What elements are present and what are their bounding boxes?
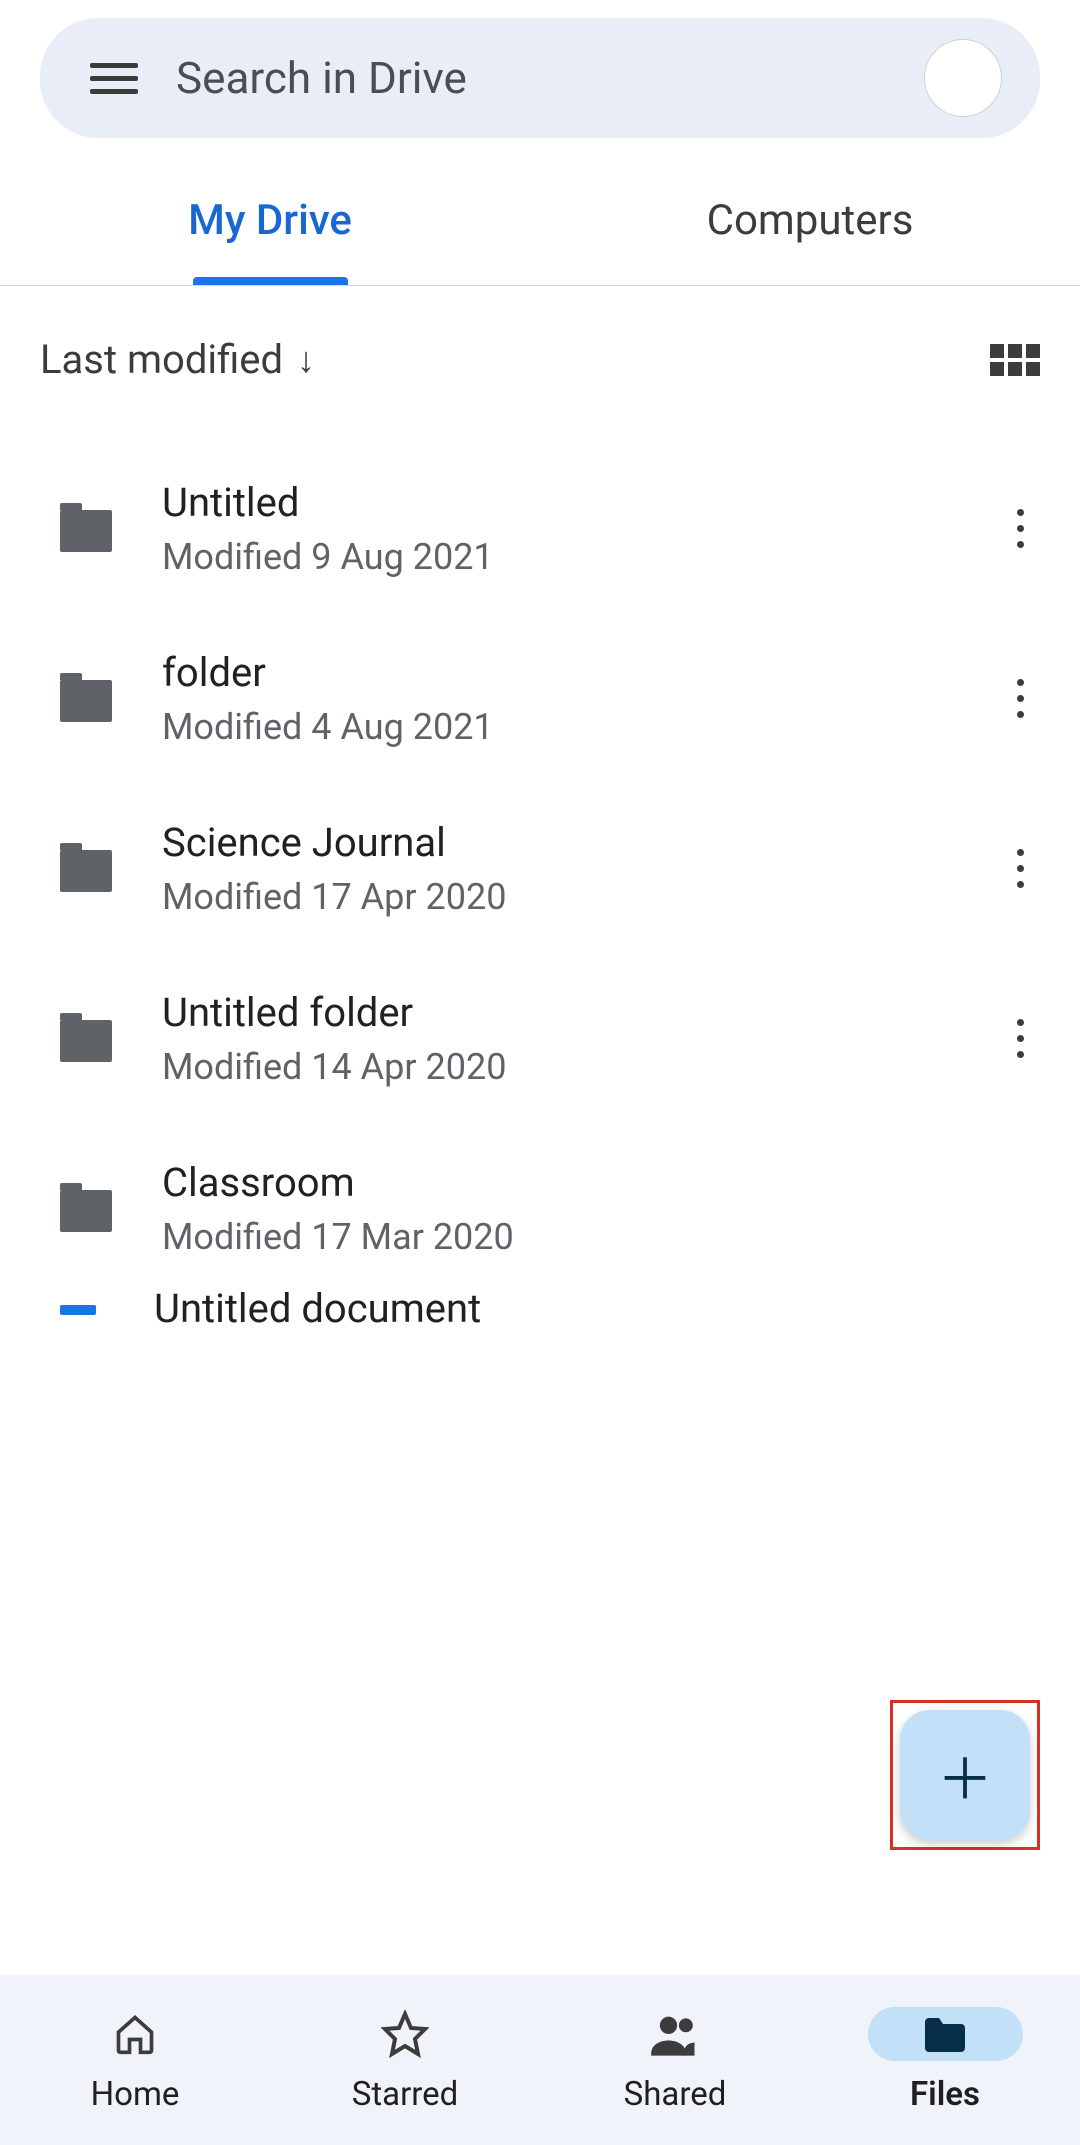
list-item[interactable]: Untitled folder Modified 14 Apr 2020 bbox=[0, 953, 1080, 1123]
folder-icon bbox=[60, 1190, 112, 1232]
more-options-icon[interactable] bbox=[1000, 498, 1040, 558]
nav-label: Files bbox=[910, 2075, 980, 2114]
nav-shared[interactable]: Shared bbox=[540, 2007, 810, 2114]
more-options-icon[interactable] bbox=[1000, 1008, 1040, 1068]
add-new-button[interactable]: ＋ bbox=[900, 1710, 1030, 1840]
nav-starred[interactable]: Starred bbox=[270, 2007, 540, 2114]
tab-label: Computers bbox=[707, 196, 914, 245]
file-modified: Modified 14 Apr 2020 bbox=[162, 1046, 1000, 1088]
arrow-down-icon: ↓ bbox=[297, 339, 315, 381]
plus-icon: ＋ bbox=[937, 1735, 993, 1816]
folder-icon bbox=[60, 680, 112, 722]
more-options-icon[interactable] bbox=[1000, 668, 1040, 728]
search-bar[interactable]: Search in Drive bbox=[40, 18, 1040, 138]
file-modified: Modified 17 Mar 2020 bbox=[162, 1216, 1040, 1258]
file-name: Untitled folder bbox=[162, 989, 1000, 1036]
bottom-navigation: Home Starred Shared Files bbox=[0, 1975, 1080, 2145]
file-modified: Modified 4 Aug 2021 bbox=[162, 706, 1000, 748]
list-item[interactable]: Untitled document bbox=[0, 1293, 1080, 1353]
home-icon bbox=[113, 2012, 157, 2056]
grid-view-icon[interactable] bbox=[990, 344, 1040, 376]
menu-icon[interactable] bbox=[90, 54, 138, 102]
list-item[interactable]: folder Modified 4 Aug 2021 bbox=[0, 613, 1080, 783]
nav-files[interactable]: Files bbox=[810, 2007, 1080, 2114]
sort-row: Last modified ↓ bbox=[0, 286, 1080, 413]
star-icon bbox=[381, 2010, 429, 2058]
file-modified: Modified 9 Aug 2021 bbox=[162, 536, 1000, 578]
drive-tabs: My Drive Computers bbox=[0, 156, 1080, 286]
tab-label: My Drive bbox=[188, 196, 352, 245]
account-avatar[interactable] bbox=[924, 39, 1002, 117]
file-name: Untitled document bbox=[154, 1285, 1040, 1323]
file-name: Untitled bbox=[162, 479, 1000, 526]
nav-label: Home bbox=[91, 2075, 180, 2114]
file-modified: Modified 17 Apr 2020 bbox=[162, 876, 1000, 918]
file-name: Classroom bbox=[162, 1159, 1040, 1206]
nav-label: Shared bbox=[624, 2075, 727, 2114]
list-item[interactable]: Classroom Modified 17 Mar 2020 bbox=[0, 1123, 1080, 1293]
list-item[interactable]: Science Journal Modified 17 Apr 2020 bbox=[0, 783, 1080, 953]
tab-my-drive[interactable]: My Drive bbox=[0, 156, 540, 285]
list-item[interactable]: Untitled Modified 9 Aug 2021 bbox=[0, 443, 1080, 613]
nav-label: Starred bbox=[352, 2075, 459, 2114]
people-icon bbox=[649, 2012, 701, 2056]
file-list: Untitled Modified 9 Aug 2021 folder Modi… bbox=[0, 413, 1080, 1353]
folder-icon bbox=[60, 1020, 112, 1062]
file-name: folder bbox=[162, 649, 1000, 696]
tab-computers[interactable]: Computers bbox=[540, 156, 1080, 285]
folder-icon bbox=[60, 850, 112, 892]
search-placeholder[interactable]: Search in Drive bbox=[176, 52, 924, 104]
folder-filled-icon bbox=[920, 2014, 970, 2054]
more-options-icon[interactable] bbox=[1000, 838, 1040, 898]
file-name: Science Journal bbox=[162, 819, 1000, 866]
sort-button[interactable]: Last modified ↓ bbox=[40, 336, 315, 383]
nav-home[interactable]: Home bbox=[0, 2007, 270, 2114]
fab-highlight: ＋ bbox=[890, 1700, 1040, 1850]
sort-label: Last modified bbox=[40, 336, 283, 383]
folder-icon bbox=[60, 510, 112, 552]
document-icon bbox=[60, 1305, 96, 1315]
